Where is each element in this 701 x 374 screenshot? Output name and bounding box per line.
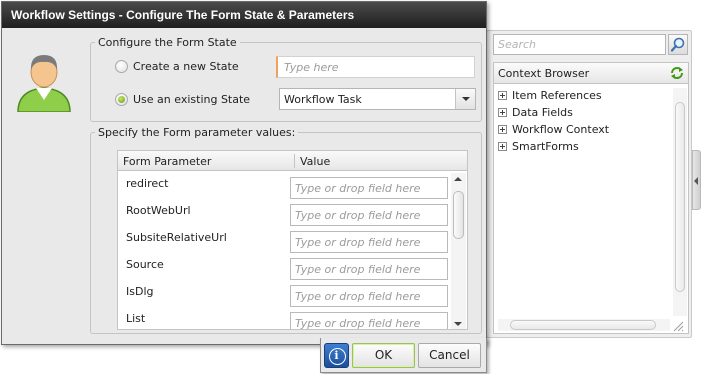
param-value-input[interactable]: Type or drop field here [290,231,448,253]
ok-button[interactable]: OK [352,343,415,368]
form-parameters-legend: Specify the Form parameter values: [98,126,296,139]
param-value-placeholder: Type or drop field here [295,209,421,222]
user-avatar-icon [17,55,71,112]
tree-item-label: Data Fields [512,105,573,119]
context-browser-title: Context Browser [498,67,590,80]
cancel-button[interactable]: Cancel [418,343,481,368]
param-value-input[interactable]: Type or drop field here [290,285,448,307]
tree-item-item-references[interactable]: Item References [498,88,602,102]
scrollbar-thumb[interactable] [510,320,656,330]
chevron-down-icon[interactable] [455,89,475,109]
new-state-input[interactable]: Type here [276,56,475,78]
info-button[interactable]: i [324,343,349,368]
param-name: List [126,312,146,325]
tree-item-smartforms[interactable]: SmartForms [498,139,579,153]
param-value-placeholder: Type or drop field here [295,236,421,249]
grid-header: Form Parameter Value [118,151,467,171]
dialog-title: Workflow Settings - Configure The Form S… [11,8,355,22]
scrollbar-thumb[interactable] [453,191,464,239]
context-browser-panel: Search Context Browser Item References D… [486,30,692,338]
context-search-input[interactable]: Search [493,34,666,55]
resize-grip-icon[interactable] [672,320,684,332]
existing-state-value: Workflow Task [284,93,362,106]
param-name: Source [126,258,164,271]
param-value-placeholder: Type or drop field here [295,263,421,276]
tree-vertical-scrollbar[interactable] [673,88,687,316]
context-search-placeholder: Search [498,38,537,51]
param-value-placeholder: Type or drop field here [295,290,421,303]
tree-item-data-fields[interactable]: Data Fields [498,105,573,119]
param-value-input[interactable]: Type or drop field here [290,312,448,330]
grid-vertical-scrollbar[interactable] [451,173,466,329]
param-name: IsDlg [126,285,154,298]
expand-icon[interactable] [498,107,507,117]
search-icon [670,37,685,52]
scroll-down-icon[interactable] [454,322,462,326]
param-value-placeholder: Type or drop field here [295,182,421,195]
form-parameters-grid: Form Parameter Value redirect Type or dr… [117,150,468,330]
param-name: RootWebUrl [126,204,191,217]
context-browser-header: Context Browser [493,62,689,84]
tree-item-workflow-context[interactable]: Workflow Context [498,122,609,136]
create-new-state-radio[interactable] [115,60,128,73]
param-name: SubsiteRelativeUrl [126,231,227,244]
param-value-input[interactable]: Type or drop field here [290,204,448,226]
use-existing-state-radio[interactable] [115,93,128,106]
column-header-form-parameter[interactable]: Form Parameter [123,155,211,168]
tree-item-label: Workflow Context [512,122,610,136]
create-new-state-label[interactable]: Create a new State [133,60,239,73]
existing-state-dropdown[interactable]: Workflow Task [279,88,476,110]
column-header-value[interactable]: Value [300,155,330,168]
param-value-placeholder: Type or drop field here [295,317,421,330]
expand-icon[interactable] [498,141,507,151]
refresh-icon[interactable] [669,65,685,81]
param-name: redirect [126,177,169,190]
scrollbar-thumb[interactable] [675,102,685,292]
form-state-legend: Configure the Form State [98,36,237,49]
context-tree: Item References Data Fields Workflow Con… [493,84,689,334]
new-state-placeholder: Type here [284,61,339,74]
search-button[interactable] [668,34,688,55]
collapse-panel-tab[interactable] [692,150,701,210]
param-value-input[interactable]: Type or drop field here [290,177,448,199]
expand-icon[interactable] [498,124,507,134]
tree-item-label: SmartForms [512,139,579,153]
info-icon: i [334,349,339,362]
tree-item-label: Item References [512,88,602,102]
workflow-settings-dialog: Workflow Settings - Configure The Form S… [1,1,487,345]
scroll-up-icon[interactable] [454,177,462,181]
param-value-input[interactable]: Type or drop field here [290,258,448,280]
use-existing-state-label[interactable]: Use an existing State [133,93,250,106]
dialog-titlebar[interactable]: Workflow Settings - Configure The Form S… [2,2,486,28]
tree-horizontal-scrollbar[interactable] [498,319,670,331]
expand-icon[interactable] [498,90,507,100]
